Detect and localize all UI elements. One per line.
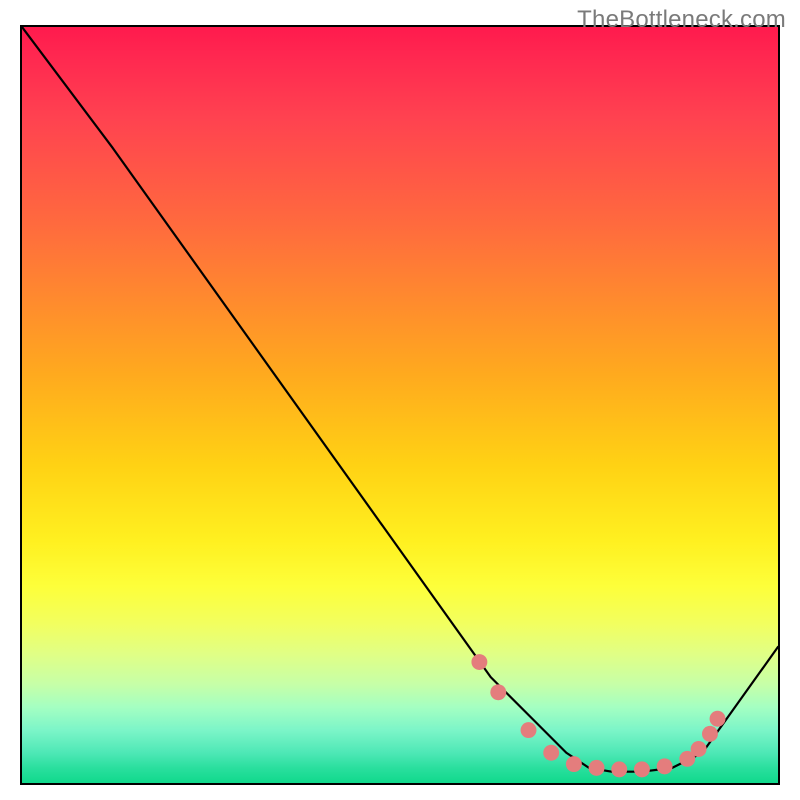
plot-area: [20, 25, 780, 785]
valley-markers: [471, 654, 725, 777]
marker-dot: [589, 760, 605, 776]
marker-dot: [657, 758, 673, 774]
chart-svg: [22, 27, 778, 783]
marker-dot: [543, 745, 559, 761]
marker-dot: [490, 684, 506, 700]
marker-dot: [566, 756, 582, 772]
marker-dot: [611, 761, 627, 777]
curve-line: [22, 27, 778, 772]
marker-dot: [691, 741, 707, 757]
marker-dot: [710, 711, 726, 727]
marker-dot: [471, 654, 487, 670]
watermark-label: TheBottleneck.com: [577, 6, 786, 34]
marker-dot: [634, 761, 650, 777]
chart-container: TheBottleneck.com: [0, 0, 800, 800]
marker-dot: [702, 726, 718, 742]
marker-dot: [521, 722, 537, 738]
